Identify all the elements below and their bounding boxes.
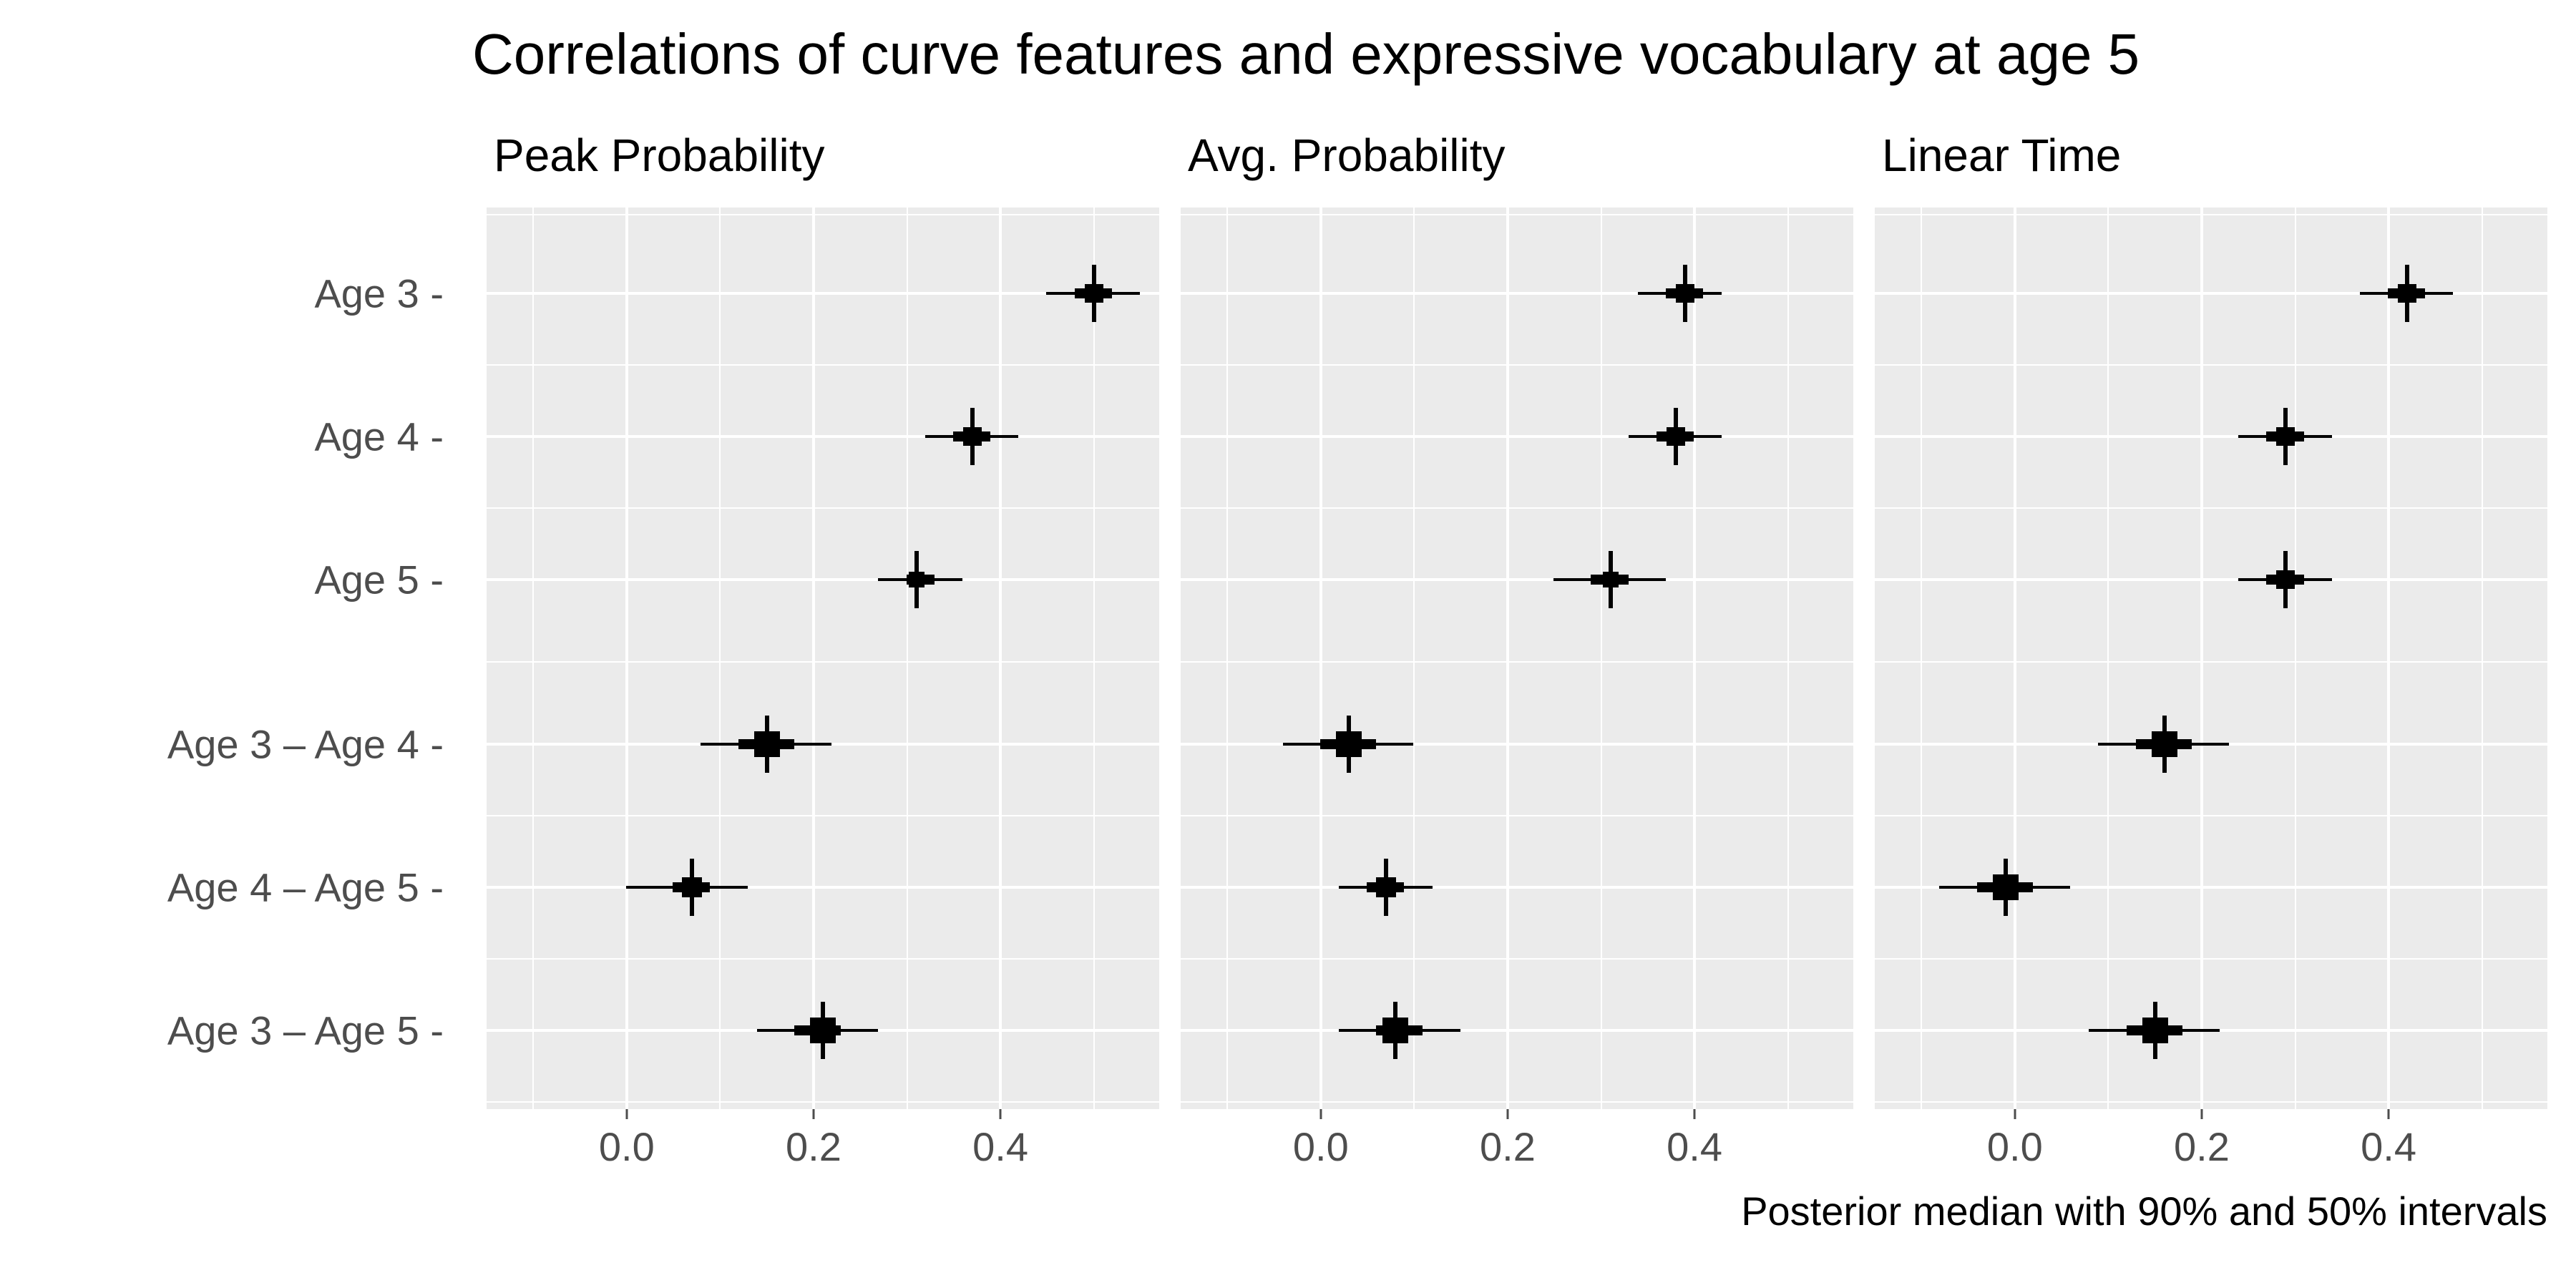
interval-point <box>2164 743 2165 745</box>
y-tick-label: Age 5 - <box>314 557 444 603</box>
plot-panel <box>1181 208 1853 1109</box>
interval-point <box>822 1030 824 1031</box>
y-tick-label: Age 3 – Age 4 - <box>167 721 444 768</box>
x-tick-mark <box>625 1109 628 1119</box>
x-tick-mark <box>1000 1109 1002 1119</box>
x-tick-label: 0.0 <box>1293 1123 1349 1170</box>
interval-point <box>2005 887 2006 888</box>
x-tick-mark <box>2388 1109 2390 1119</box>
x-axis: 0.00.20.4 <box>1181 1109 1853 1159</box>
interval-point <box>1385 887 1387 888</box>
x-tick-mark <box>2014 1109 2016 1119</box>
x-tick-label: 0.0 <box>599 1123 655 1170</box>
facet-title: Peak Probability <box>494 129 824 182</box>
chart-caption: Posterior median with 90% and 50% interv… <box>1741 1188 2547 1234</box>
y-tick-label: Age 3 – Age 5 - <box>167 1008 444 1054</box>
y-tick-label: Age 3 - <box>314 270 444 317</box>
chart-title: Correlations of curve features and expre… <box>472 21 2140 87</box>
x-tick-mark <box>2200 1109 2202 1119</box>
interval-point <box>1610 579 1611 580</box>
facet-avg-probability: Avg. Probability 0.00.20.4 <box>1181 129 1853 1159</box>
facet-title: Linear Time <box>1882 129 2121 182</box>
facets-container: Age 3 - Age 4 - Age 5 - Age 3 – Age 4 - Age … <box>29 129 2547 1159</box>
y-tick-label: Age 4 – Age 5 - <box>167 864 444 911</box>
interval-point <box>2406 293 2408 294</box>
interval-point <box>766 743 768 745</box>
facet-title: Avg. Probability <box>1188 129 1506 182</box>
x-tick-label: 0.4 <box>2361 1123 2416 1170</box>
plot-panel <box>1875 208 2547 1109</box>
interval-point <box>2285 436 2286 437</box>
interval-point <box>1684 293 1686 294</box>
facet-peak-probability: Peak Probability 0.00.20.4 <box>487 129 1159 1159</box>
interval-point <box>1348 743 1350 745</box>
interval-point <box>1395 1030 1396 1031</box>
y-axis: Age 3 - Age 4 - Age 5 - Age 3 – Age 4 - Age … <box>29 208 458 1109</box>
x-axis: 0.00.20.4 <box>1875 1109 2547 1159</box>
facet-linear-time: Linear Time 0.00.20.4 <box>1875 129 2547 1159</box>
x-tick-mark <box>812 1109 814 1119</box>
x-tick-mark <box>1694 1109 1696 1119</box>
x-axis: 0.00.20.4 <box>487 1109 1159 1159</box>
x-tick-label: 0.4 <box>972 1123 1028 1170</box>
interval-point <box>1675 436 1677 437</box>
x-tick-mark <box>1319 1109 1322 1119</box>
interval-point <box>2155 1030 2156 1031</box>
x-tick-label: 0.0 <box>1987 1123 2043 1170</box>
x-tick-mark <box>1506 1109 1508 1119</box>
interval-point <box>972 436 973 437</box>
interval-point <box>2285 579 2286 580</box>
chart-root: Correlations of curve features and expre… <box>0 0 2576 1288</box>
interval-point <box>1093 293 1095 294</box>
plot-panel <box>487 208 1159 1109</box>
interval-point <box>691 887 693 888</box>
interval-point <box>916 579 917 580</box>
x-tick-label: 0.4 <box>1667 1123 1722 1170</box>
y-tick-label: Age 4 - <box>314 414 444 460</box>
x-tick-label: 0.2 <box>1480 1123 1536 1170</box>
x-tick-label: 0.2 <box>2174 1123 2230 1170</box>
x-tick-label: 0.2 <box>786 1123 841 1170</box>
